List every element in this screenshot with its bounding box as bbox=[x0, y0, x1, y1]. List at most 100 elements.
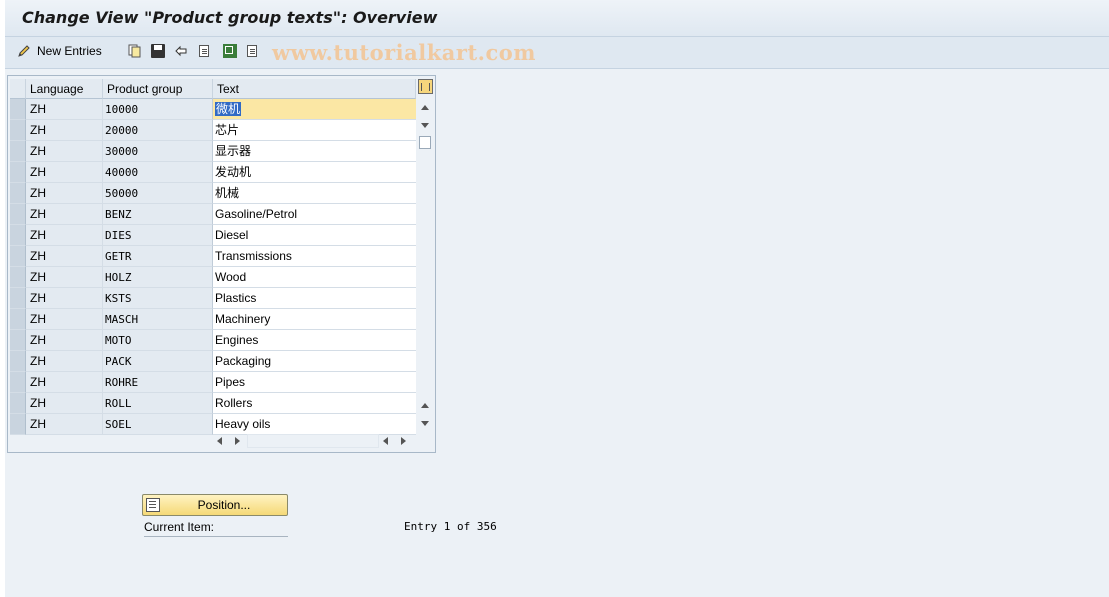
row-selector[interactable] bbox=[10, 330, 26, 351]
undo-button[interactable] bbox=[174, 42, 188, 60]
table-row[interactable]: ZH SOEL Heavy oils bbox=[10, 414, 416, 435]
row-selector[interactable] bbox=[10, 99, 26, 120]
cell-text-input[interactable]: Plastics bbox=[213, 288, 416, 309]
position-button-label: Position... bbox=[197, 498, 251, 512]
row-selector[interactable] bbox=[10, 204, 26, 225]
cell-text-input[interactable]: Rollers bbox=[213, 393, 416, 414]
row-selector[interactable] bbox=[10, 309, 26, 330]
cell-language: ZH bbox=[26, 393, 103, 414]
table-row[interactable]: ZH PACK Packaging bbox=[10, 351, 416, 372]
position-icon bbox=[146, 498, 160, 512]
scroll-right-icon[interactable] bbox=[235, 437, 240, 445]
cell-language: ZH bbox=[26, 204, 103, 225]
row-selector[interactable] bbox=[10, 393, 26, 414]
row-selector[interactable] bbox=[10, 351, 26, 372]
cell-text-input[interactable]: Heavy oils bbox=[213, 414, 416, 435]
table-row[interactable]: ZH GETR Transmissions bbox=[10, 246, 416, 267]
title-bar: Change View "Product group texts": Overv… bbox=[5, 0, 1109, 37]
table-row[interactable]: ZH 20000 芯片 bbox=[10, 120, 416, 141]
new-entries-button[interactable]: New Entries bbox=[17, 42, 102, 60]
cell-language: ZH bbox=[26, 330, 103, 351]
row-selector[interactable] bbox=[10, 162, 26, 183]
cell-text-input[interactable]: Wood bbox=[213, 267, 416, 288]
table-row[interactable]: ZH 30000 显示器 bbox=[10, 141, 416, 162]
table-row[interactable]: ZH DIES Diesel bbox=[10, 225, 416, 246]
cell-text-input[interactable]: 显示器 bbox=[213, 141, 416, 162]
table-row[interactable]: ZH 40000 发动机 bbox=[10, 162, 416, 183]
page-down-icon[interactable] bbox=[421, 421, 429, 426]
table-row[interactable]: ZH KSTS Plastics bbox=[10, 288, 416, 309]
scroll-right-end-icon[interactable] bbox=[401, 437, 406, 445]
row-selector[interactable] bbox=[10, 414, 26, 435]
cell-language: ZH bbox=[26, 351, 103, 372]
row-selector[interactable] bbox=[10, 372, 26, 393]
cell-text-input[interactable]: Gasoline/Petrol bbox=[213, 204, 416, 225]
cell-language: ZH bbox=[26, 162, 103, 183]
row-selector[interactable] bbox=[10, 183, 26, 204]
scroll-left-icon[interactable] bbox=[217, 437, 222, 445]
horizontal-scroll-track[interactable] bbox=[247, 434, 379, 448]
scroll-up-icon[interactable] bbox=[421, 105, 429, 110]
page-up-icon[interactable] bbox=[421, 403, 429, 408]
cell-text-input[interactable]: 发动机 bbox=[213, 162, 416, 183]
table-row[interactable]: ZH ROHRE Pipes bbox=[10, 372, 416, 393]
row-selector[interactable] bbox=[10, 246, 26, 267]
row-selector[interactable] bbox=[10, 225, 26, 246]
cell-product-group: 20000 bbox=[103, 120, 213, 141]
page-title: Change View "Product group texts": Overv… bbox=[22, 8, 438, 27]
current-item-label: Current Item: bbox=[144, 519, 288, 537]
column-header-product-group[interactable]: Product group bbox=[103, 79, 213, 99]
cell-text-input[interactable]: 微机 bbox=[213, 99, 416, 120]
table-row[interactable]: ZH HOLZ Wood bbox=[10, 267, 416, 288]
column-header-text[interactable]: Text bbox=[213, 79, 416, 99]
position-button[interactable]: Position... bbox=[142, 494, 288, 516]
row-selector[interactable] bbox=[10, 267, 26, 288]
column-header-language[interactable]: Language bbox=[26, 79, 103, 99]
delete-button[interactable] bbox=[151, 42, 165, 60]
cell-text-input[interactable]: 机械 bbox=[213, 183, 416, 204]
cell-product-group: GETR bbox=[103, 246, 213, 267]
row-selector[interactable] bbox=[10, 288, 26, 309]
cell-text-input[interactable]: Packaging bbox=[213, 351, 416, 372]
cell-product-group: KSTS bbox=[103, 288, 213, 309]
table-row[interactable]: ZH 10000 微机 bbox=[10, 99, 416, 120]
cell-text-input[interactable]: Pipes bbox=[213, 372, 416, 393]
cell-language: ZH bbox=[26, 183, 103, 204]
cell-product-group: SOEL bbox=[103, 414, 213, 435]
horizontal-scrollbar[interactable] bbox=[213, 434, 416, 448]
copy-button[interactable] bbox=[128, 42, 142, 60]
cell-language: ZH bbox=[26, 246, 103, 267]
cell-product-group: ROHRE bbox=[103, 372, 213, 393]
deselect-all-button[interactable] bbox=[247, 42, 257, 60]
table-control: Language Product group Text ZH 10000 微机 ZH 2… bbox=[7, 75, 436, 453]
row-selector[interactable] bbox=[10, 141, 26, 162]
cell-text-input[interactable]: Transmissions bbox=[213, 246, 416, 267]
select-block-icon bbox=[223, 44, 237, 58]
cell-text-input[interactable]: Engines bbox=[213, 330, 416, 351]
cell-language: ZH bbox=[26, 225, 103, 246]
cell-language: ZH bbox=[26, 414, 103, 435]
cell-text-input[interactable]: Diesel bbox=[213, 225, 416, 246]
pencil-icon bbox=[17, 44, 31, 58]
scroll-left-end-icon[interactable] bbox=[383, 437, 388, 445]
copy-icon bbox=[128, 44, 142, 58]
select-all-button[interactable] bbox=[199, 42, 209, 60]
table-row[interactable]: ZH MASCH Machinery bbox=[10, 309, 416, 330]
table-settings-icon[interactable] bbox=[418, 79, 433, 94]
scroll-thumb[interactable] bbox=[419, 136, 431, 149]
row-selector[interactable] bbox=[10, 120, 26, 141]
scroll-down-icon[interactable] bbox=[421, 123, 429, 128]
select-block-button[interactable] bbox=[223, 42, 237, 60]
table-row[interactable]: ZH ROLL Rollers bbox=[10, 393, 416, 414]
table-row[interactable]: ZH MOTO Engines bbox=[10, 330, 416, 351]
cell-product-group: HOLZ bbox=[103, 267, 213, 288]
delete-icon bbox=[151, 44, 165, 58]
table-row[interactable]: ZH BENZ Gasoline/Petrol bbox=[10, 204, 416, 225]
vertical-scrollbar[interactable] bbox=[418, 100, 433, 433]
cell-text-input[interactable]: Machinery bbox=[213, 309, 416, 330]
table-row[interactable]: ZH 50000 机械 bbox=[10, 183, 416, 204]
cell-product-group: ROLL bbox=[103, 393, 213, 414]
select-all-rows-cell[interactable] bbox=[10, 79, 26, 99]
cell-language: ZH bbox=[26, 309, 103, 330]
cell-text-input[interactable]: 芯片 bbox=[213, 120, 416, 141]
